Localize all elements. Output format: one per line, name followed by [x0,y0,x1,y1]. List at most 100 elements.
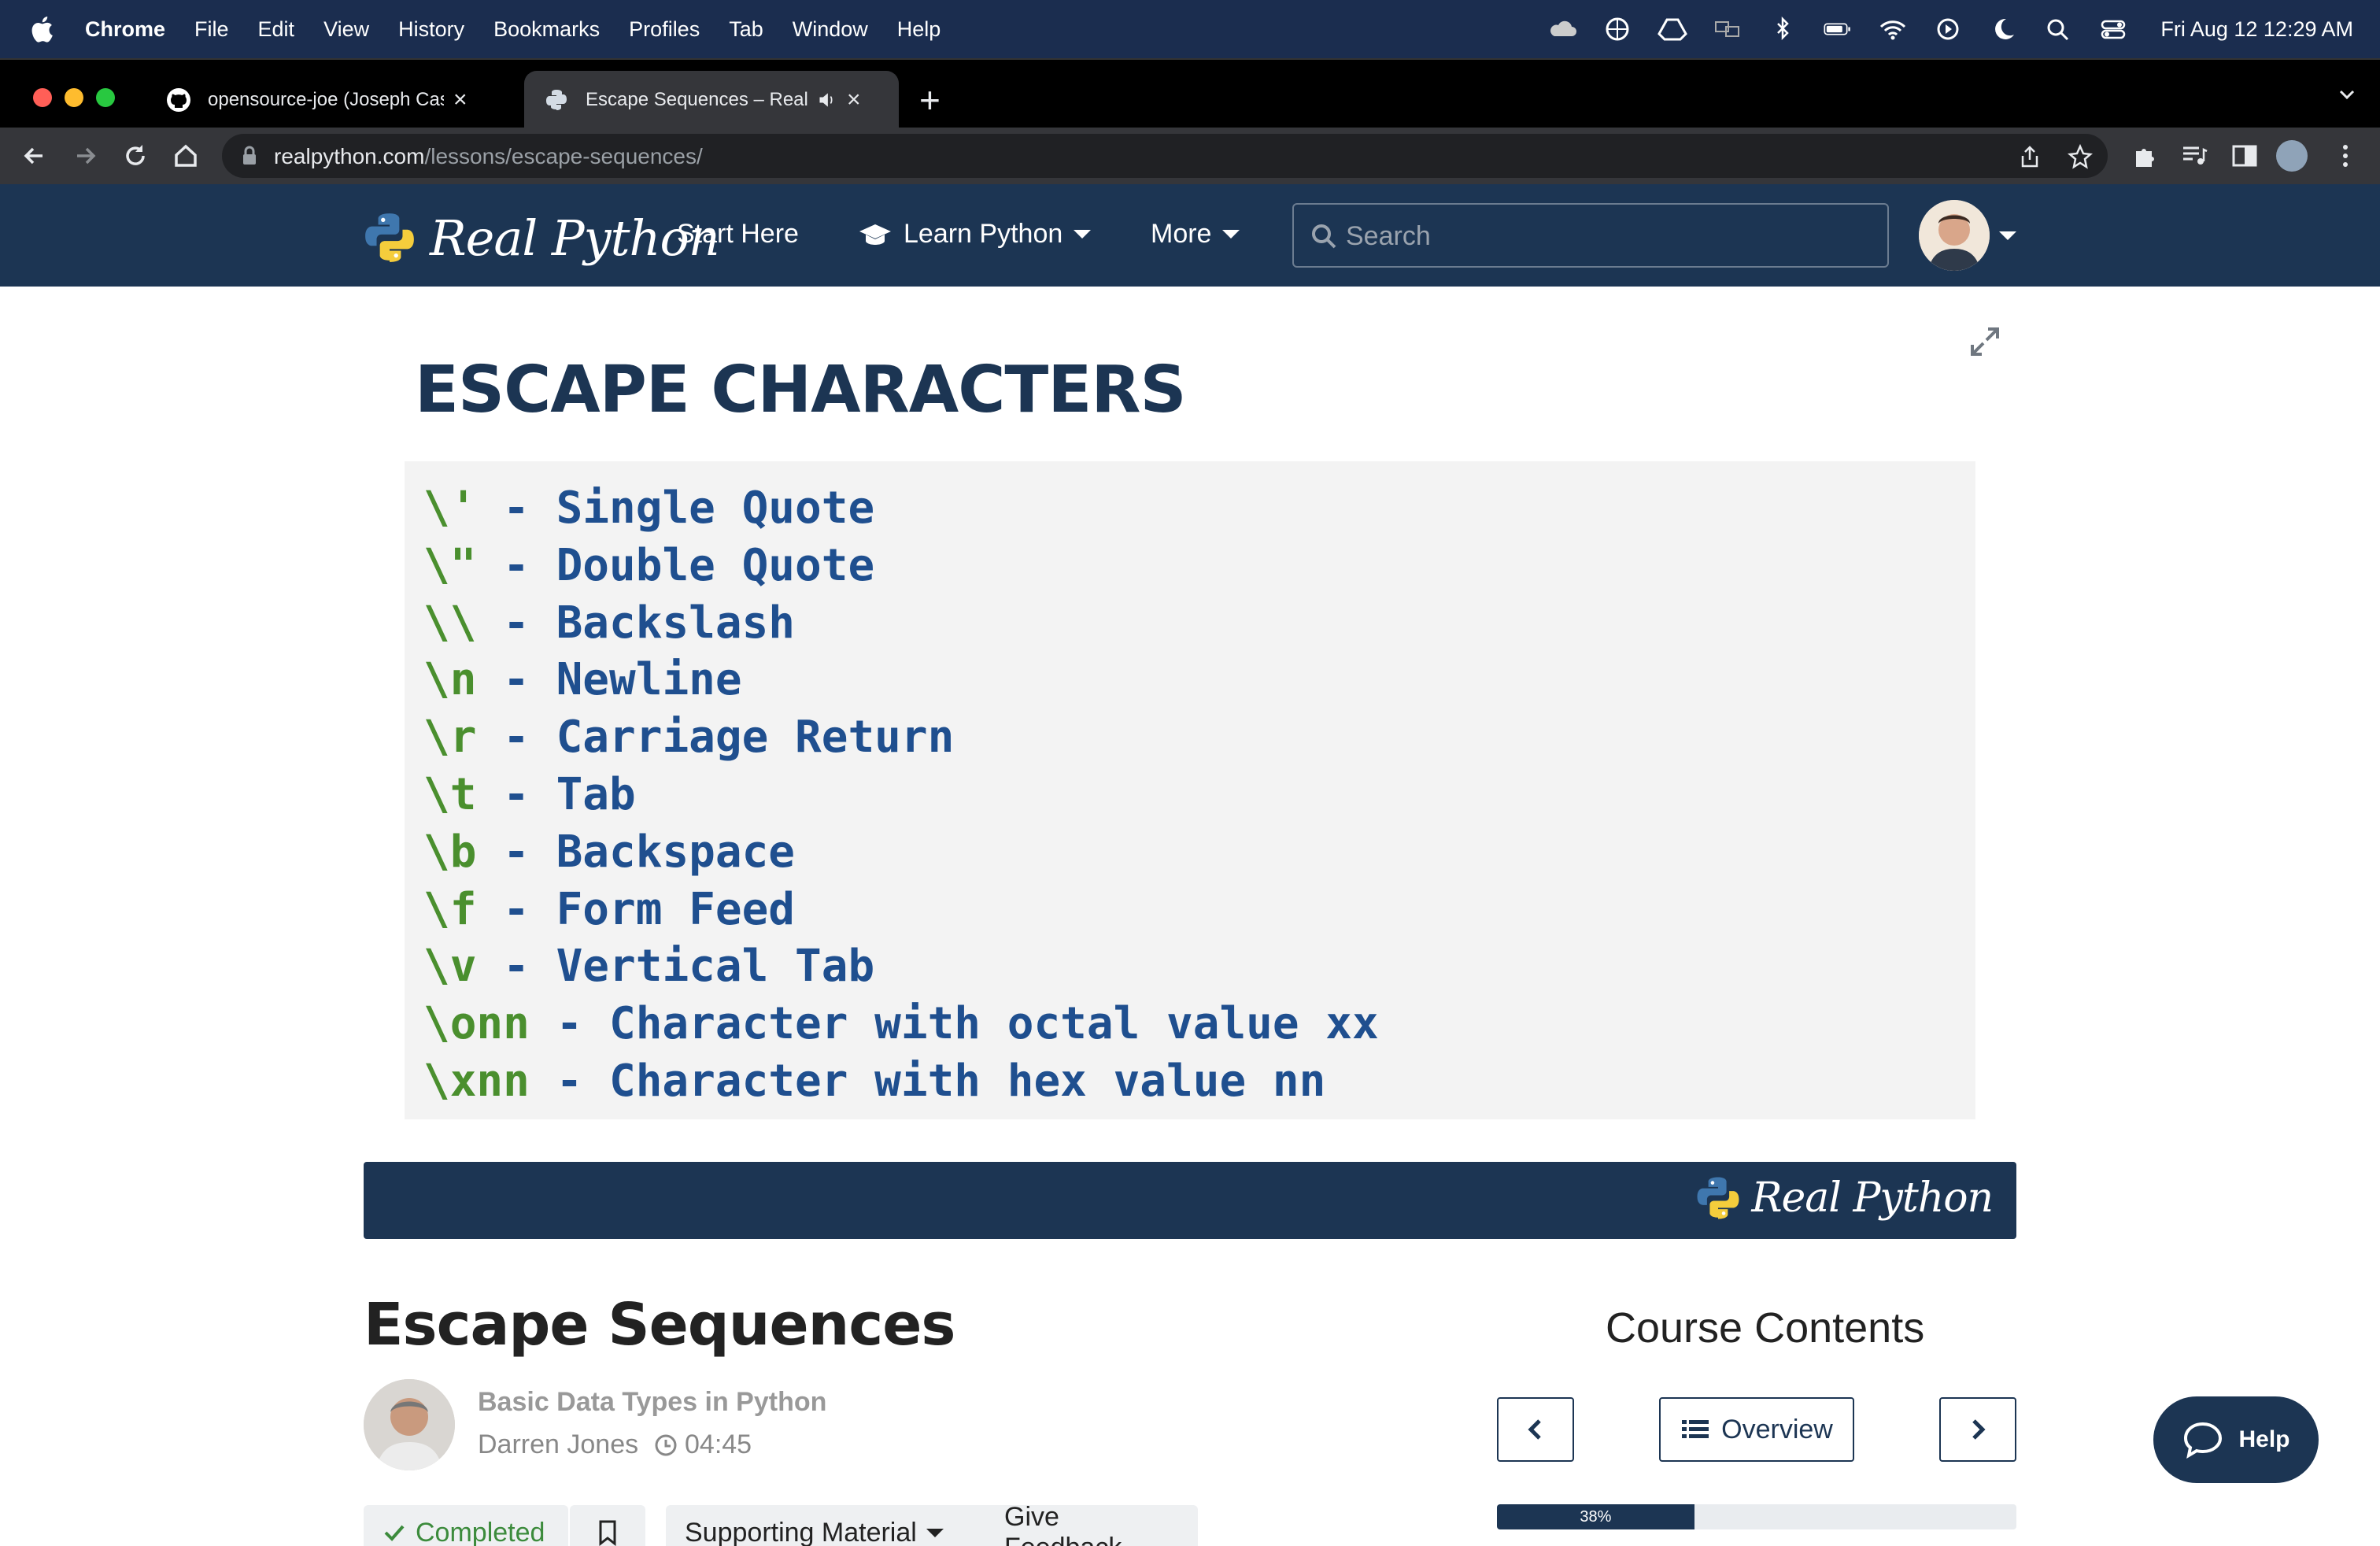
menu-window[interactable]: Window [793,17,868,42]
escape-code: \t [423,768,477,820]
escape-line: \" - Double Quote [423,538,1975,595]
close-tab-icon[interactable]: × [847,87,861,113]
window-zoom-button[interactable] [96,88,115,107]
bluetooth-icon[interactable] [1767,16,1798,43]
slide-footer-banner: Real Python [364,1162,2016,1239]
escape-description: - Character with octal value xx [529,998,1379,1050]
tab-github[interactable]: opensource-joe (Joseph Castle) × [146,71,523,129]
nav-learn-python[interactable]: Learn Python [858,219,1092,250]
side-panel-icon[interactable] [2229,140,2260,172]
menu-view[interactable]: View [323,17,369,42]
home-icon[interactable] [170,140,201,172]
nav-start-here-label: Start Here [677,219,799,249]
escape-code: \" [423,539,477,591]
bookmark-star-icon[interactable] [2067,143,2094,170]
wifi-icon[interactable] [1877,16,1909,43]
search-icon [1312,224,1336,249]
supporting-material-dropdown[interactable]: Supporting Material [666,1505,1000,1546]
tab-search-chevron-icon[interactable] [2336,83,2358,105]
lesson-duration: 04:45 [653,1429,752,1460]
moon-icon[interactable] [1987,16,2019,43]
escape-code: \xnn [423,1055,530,1107]
cloud-icon[interactable] [1547,16,1578,43]
overview-button[interactable]: Overview [1659,1397,1854,1462]
nav-more-label: More [1151,219,1212,249]
tab-realpython[interactable]: Escape Sequences – Real Python × [524,71,899,129]
author-avatar[interactable] [364,1379,455,1470]
give-feedback-label: Give Feedback [1004,1502,1122,1546]
supporting-material-label: Supporting Material [685,1517,917,1546]
drive-icon[interactable] [1657,16,1688,43]
python-logo-icon [365,213,414,262]
github-icon [167,88,190,112]
menu-file[interactable]: File [194,17,229,42]
menu-bookmarks[interactable]: Bookmarks [493,17,600,42]
window-close-button[interactable] [33,88,52,107]
forward-arrow-icon[interactable] [69,140,101,172]
bookmark-button[interactable] [570,1505,645,1546]
menu-app-name[interactable]: Chrome [85,17,165,42]
lock-icon[interactable] [241,145,258,167]
apple-icon[interactable] [30,16,54,43]
help-chat-button[interactable]: Help [2153,1396,2319,1483]
chrome-profile-avatar[interactable] [2276,140,2308,172]
window-minimize-button[interactable] [65,88,83,107]
chevron-down-icon [926,1528,944,1537]
back-arrow-icon[interactable] [19,140,50,172]
chrome-tab-strip: opensource-joe (Joseph Castle) × Escape … [0,58,2380,129]
spotlight-search-icon[interactable] [2042,16,2074,43]
lesson-title: Escape Sequences [364,1291,955,1359]
slide-title: ESCAPE CHARACTERS [415,353,1187,427]
next-lesson-button[interactable] [1939,1397,2016,1462]
battery-icon[interactable] [1822,16,1853,43]
chevron-down-icon [1074,230,1092,239]
reload-icon[interactable] [120,140,151,172]
escape-code: \n [423,654,477,706]
nav-more[interactable]: More [1151,219,1240,250]
extensions-puzzle-icon[interactable] [2130,140,2161,172]
realpython-logo[interactable]: Real Python [362,206,720,269]
escape-line: \r - Carriage Return [423,709,1975,767]
new-tab-plus-icon[interactable]: + [919,79,941,121]
media-control-icon[interactable] [2179,140,2210,172]
globe-icon[interactable] [1602,16,1633,43]
menu-edit[interactable]: Edit [258,17,295,42]
course-name-link[interactable]: Basic Data Types in Python [478,1387,826,1418]
nav-start-here[interactable]: Start Here [677,219,799,250]
escape-code: \' [423,483,477,534]
course-contents-heading: Course Contents [1606,1304,1925,1352]
expand-fullscreen-icon[interactable] [1968,324,2002,359]
chrome-menu-kebab-icon[interactable] [2330,140,2361,172]
author-photo [364,1379,455,1470]
chevron-down-icon [1222,230,1240,239]
chevron-right-icon [1972,1419,1986,1440]
menu-tab[interactable]: Tab [729,17,763,42]
play-circle-icon[interactable] [1932,16,1964,43]
escape-code: \b [423,826,477,878]
escape-characters-list: \' - Single Quote \" - Double Quote \\ -… [405,461,1975,1119]
display-icon[interactable] [1712,16,1743,43]
share-icon[interactable] [2016,143,2043,170]
give-feedback-button[interactable]: Give Feedback [985,1502,1198,1546]
overview-label: Overview [1721,1414,1833,1444]
chevron-down-icon[interactable] [1999,231,2016,240]
completed-button[interactable]: Completed [364,1505,568,1546]
search-input[interactable] [1346,216,1865,257]
speaker-icon[interactable] [817,90,837,110]
control-center-icon[interactable] [2097,16,2129,43]
escape-description: - Backslash [476,597,796,649]
url-text[interactable]: realpython.com/lessons/escape-sequences/ [274,144,703,169]
menu-profiles[interactable]: Profiles [629,17,700,42]
menubar-clock[interactable]: Fri Aug 12 12:29 AM [2160,17,2353,42]
close-tab-icon[interactable]: × [453,87,468,113]
escape-line: \b - Backspace [423,824,1975,882]
tab-title: Escape Sequences – Real Python [586,89,814,110]
address-bar[interactable]: realpython.com/lessons/escape-sequences/ [222,134,2108,178]
menu-help[interactable]: Help [897,17,941,42]
user-avatar[interactable] [1919,200,1990,271]
previous-lesson-button[interactable] [1497,1397,1574,1462]
author-name[interactable]: Darren Jones [478,1429,638,1460]
escape-description: - Character with hex value nn [529,1055,1326,1107]
menu-history[interactable]: History [398,17,464,42]
escape-description: - Double Quote [476,539,875,591]
